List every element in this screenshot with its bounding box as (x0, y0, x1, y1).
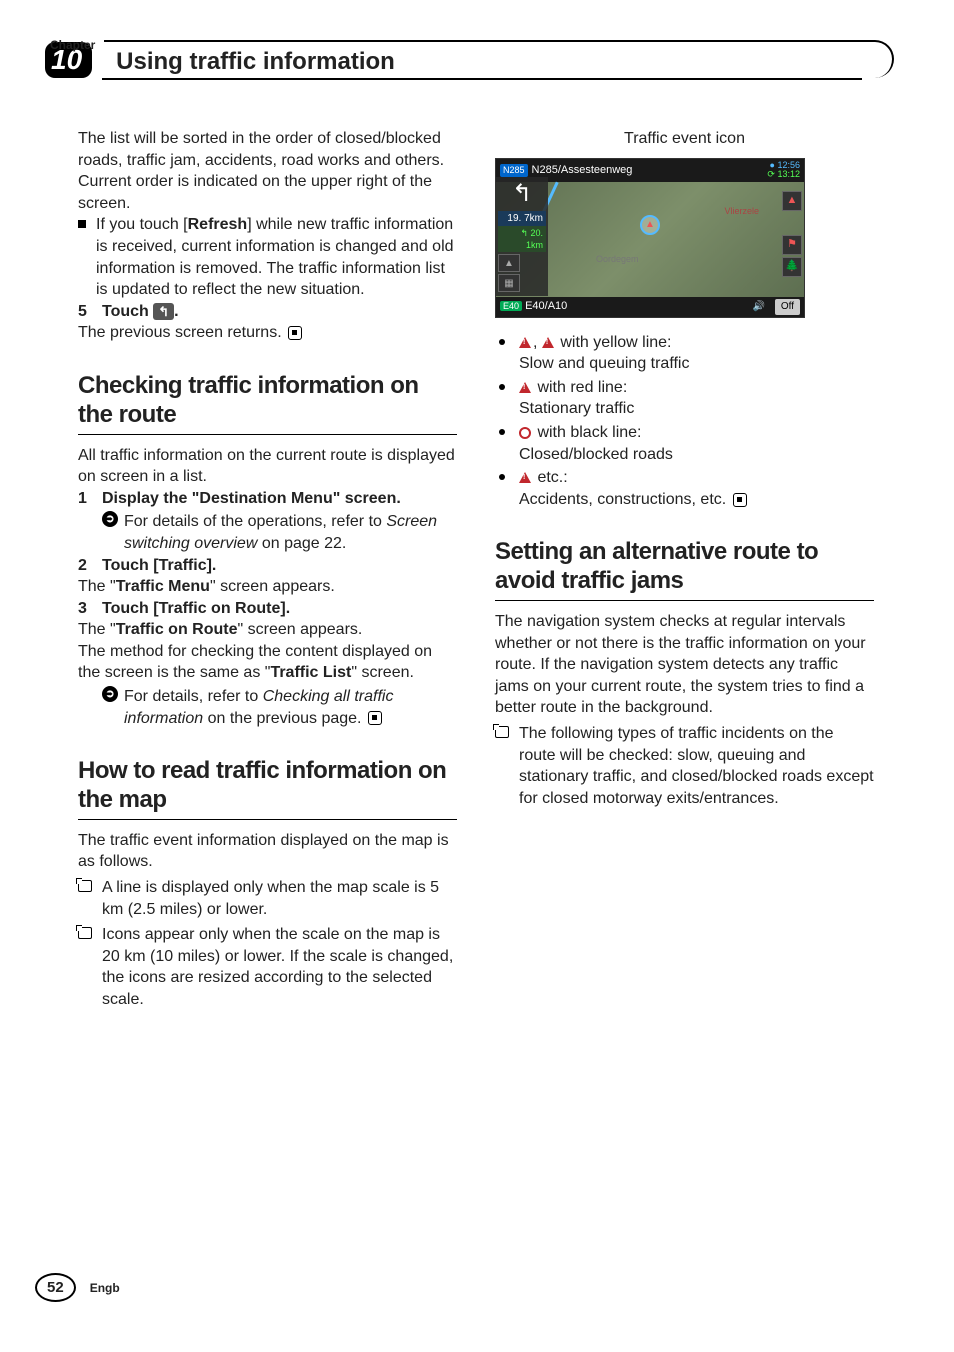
step-3-body2: The method for checking the content disp… (78, 641, 457, 684)
step-2-body: The "Traffic Menu" screen appears. (78, 576, 457, 598)
ss-road-badge: N285 (500, 164, 528, 176)
note-icon (78, 927, 92, 939)
ss-flag-icon: ⚑ (782, 235, 802, 255)
step-3-body1: The "Traffic on Route" screen appears. (78, 619, 457, 641)
ss-warning-icon: ▲ (782, 191, 802, 211)
ss-bottom-road: E40/A10 (525, 300, 567, 312)
step-1-refer: ➲ For details of the operations, refer t… (102, 511, 457, 554)
end-section-icon (288, 326, 302, 340)
circle-closed-icon (519, 427, 531, 439)
end-section-icon (733, 493, 747, 507)
step-3-refer: ➲ For details, refer to Checking all tra… (102, 686, 457, 729)
alt-route-body: The navigation system checks at regular … (495, 611, 874, 719)
ss-place-1: Vlierzele (724, 205, 759, 217)
left-column: The list will be sorted in the order of … (78, 128, 457, 1011)
ss-position-icon: ▲ (640, 215, 660, 235)
note-icon (78, 880, 92, 892)
screenshot-caption: Traffic event icon (495, 128, 874, 150)
legend-etc: etc.: Accidents, constructions, etc. (495, 467, 874, 510)
note-icon (495, 726, 509, 738)
heading-checking-traffic: Checking traffic information on the rout… (78, 372, 457, 435)
right-column: Traffic event icon N285N285/Assesteenweg… (495, 128, 874, 1011)
chapter-label: Chapter (50, 38, 95, 52)
triangle-warning-icon (519, 337, 531, 348)
bullet-icon (499, 384, 505, 390)
legend-red: with red line: Stationary traffic (495, 377, 874, 420)
intro-p2: Current order is indicated on the upper … (78, 171, 457, 214)
ss-menu-icon: ▦ (498, 274, 520, 292)
language-code: Engb (90, 1281, 120, 1295)
page-number: 52 (35, 1273, 76, 1302)
intro-p1: The list will be sorted in the order of … (78, 128, 457, 171)
heading-alternative-route: Setting an alternative route to avoid tr… (495, 538, 874, 601)
alt-route-note: The following types of traffic incidents… (495, 723, 874, 809)
page-footer: 52 Engb (35, 1273, 120, 1302)
bullet-icon (499, 339, 505, 345)
checking-body: All traffic information on the current r… (78, 445, 457, 488)
page-header: 10 Using traffic information (45, 40, 894, 78)
note-2: Icons appear only when the scale on the … (78, 924, 457, 1010)
bullet-square-icon (78, 220, 86, 228)
ss-speaker-icon: 🔊 (753, 300, 771, 314)
bullet-icon (499, 474, 505, 480)
chapter-title: Using traffic information (116, 48, 395, 76)
ss-compass-icon: ▲ (498, 254, 520, 272)
ss-time1: ● 12:56 (770, 160, 800, 170)
ss-dist-1: 19. 7km (498, 211, 546, 227)
triangle-warning-icon (519, 382, 531, 393)
legend-list: , with yellow line: Slow and queuing tra… (495, 332, 874, 511)
legend-black: with black line: Closed/blocked roads (495, 422, 874, 465)
bullet-icon (499, 429, 505, 435)
ss-turn-arrow-icon: ↰ (498, 179, 546, 211)
map-screenshot: N285N285/Assesteenweg ● 12:56⟳ 13:12 ↰ 1… (495, 158, 805, 318)
end-section-icon (368, 711, 382, 725)
step-5-body: The previous screen returns. (78, 322, 457, 344)
triangle-warning-icon (519, 472, 531, 483)
ss-off-button: Off (775, 299, 800, 315)
step-3: 3Touch [Traffic on Route]. (78, 598, 457, 620)
ss-place-2: Oordegem (596, 253, 639, 265)
ss-tree-icon: 🌲 (782, 257, 802, 277)
refer-arrow-icon: ➲ (102, 686, 118, 702)
ss-dist-2: ↰ 20. 1km (498, 226, 546, 252)
back-icon: ↰ (153, 303, 174, 321)
how-to-read-body: The traffic event information displayed … (78, 830, 457, 873)
refer-arrow-icon: ➲ (102, 511, 118, 527)
ss-bottom-badge: E40 (500, 301, 522, 311)
legend-yellow: , with yellow line: Slow and queuing tra… (495, 332, 874, 375)
step-2: 2Touch [Traffic]. (78, 555, 457, 577)
step-5: 5Touch ↰. (78, 301, 457, 323)
chapter-title-wrap: Using traffic information (104, 40, 894, 78)
refresh-note: If you touch [Refresh] while new traffic… (96, 214, 457, 300)
ss-time2: ⟳ 13:12 (767, 169, 800, 179)
heading-how-to-read: How to read traffic information on the m… (78, 757, 457, 820)
step-1: 1Display the "Destination Menu" screen. (78, 488, 457, 510)
triangle-warning-icon (542, 337, 554, 348)
note-1: A line is displayed only when the map sc… (78, 877, 457, 920)
